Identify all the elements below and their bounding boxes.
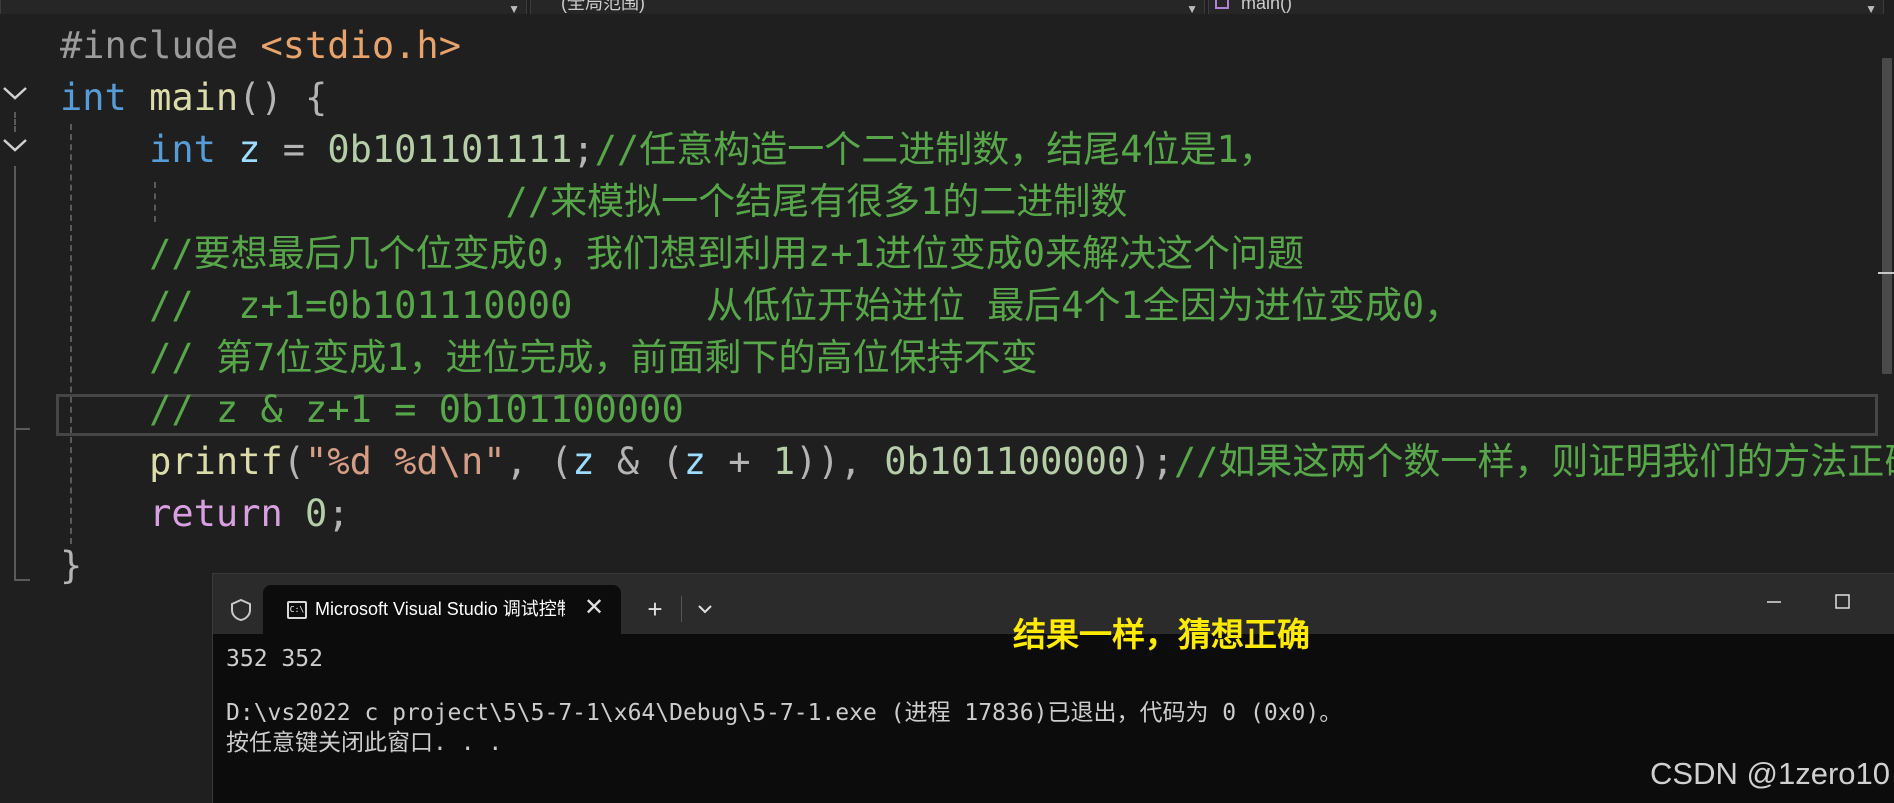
close-icon[interactable]: ✕ — [581, 595, 607, 621]
function-name: printf — [149, 440, 283, 483]
code-line-10: return 0; — [149, 492, 350, 535]
keyword: int — [149, 128, 216, 171]
fold-guide — [14, 579, 30, 581]
variable: z — [572, 440, 595, 483]
code-line-9: printf("%d %d\n", (z & (z + 1)), 0b10110… — [60, 436, 1894, 488]
console-output-line: 按任意键关闭此窗口. . . — [226, 730, 503, 756]
operator: = — [260, 128, 328, 171]
fold-guide — [14, 112, 16, 132]
punctuation: () { — [238, 76, 328, 119]
member-scope-label: (全局范围) — [561, 0, 645, 13]
number-literal: 0 — [305, 492, 328, 535]
fold-guide — [14, 428, 30, 430]
navigation-bar: ▼ (全局范围) ▼ main() ▼ — [0, 0, 1894, 14]
shield-icon — [229, 598, 253, 627]
code-line-11: } — [60, 540, 82, 592]
minimize-button[interactable] — [1759, 590, 1789, 614]
code-line-5: //要想最后几个位变成0，我们想到利用z+1进位变成0来解决这个问题 — [60, 228, 1304, 280]
string-literal: "%d %d\n" — [305, 440, 506, 483]
scrollbar-thumb[interactable] — [1882, 58, 1892, 374]
comment: //要想最后几个位变成0，我们想到利用z+1进位变成0来解决这个问题 — [149, 232, 1305, 275]
include-directive: #include — [60, 24, 261, 67]
fold-guide — [14, 166, 16, 580]
keyword: return — [149, 492, 283, 535]
csdn-watermark: CSDN @1zero10 — [1650, 756, 1890, 791]
code-line-8: // z & z+1 = 0b101100000 — [60, 384, 684, 436]
code-line-1: #include <stdio.h> — [60, 20, 461, 72]
debug-console-window: C:\ Microsoft Visual Studio 调试控制台 ✕ + 结果… — [212, 573, 1894, 803]
divider — [681, 596, 682, 622]
chevron-down-icon[interactable] — [691, 595, 719, 623]
variable: z — [683, 440, 707, 483]
console-output-line: 352 352 — [226, 646, 323, 672]
code-line-2: int main() { — [60, 72, 327, 124]
terminal-app-icon: C:\ — [287, 601, 307, 619]
chevron-down-icon: ▼ — [1865, 2, 1877, 14]
include-file: <stdio.h> — [260, 24, 461, 67]
comment: // 第7位变成1，进位完成，前面剩下的高位保持不变 — [149, 336, 1038, 379]
function-cube-icon — [1215, 0, 1229, 9]
chevron-down-icon: ▼ — [508, 2, 520, 14]
tab-title: Microsoft Visual Studio 调试控制台 — [315, 599, 565, 619]
console-tab[interactable]: C:\ Microsoft Visual Studio 调试控制台 ✕ — [263, 585, 621, 634]
chevron-down-icon: ▼ — [1186, 2, 1198, 14]
comment: //如果这两个数一样，则证明我们的方法正确 — [1173, 440, 1894, 483]
code-line-7: // 第7位变成1，进位完成，前面剩下的高位保持不变 — [60, 332, 1038, 384]
function-name: main — [149, 76, 239, 119]
code-line-4: //来模拟一个结尾有很多1的二进制数 — [60, 176, 1128, 228]
new-tab-button[interactable]: + — [641, 595, 669, 623]
comment: //来模拟一个结尾有很多1的二进制数 — [505, 180, 1128, 223]
fold-chevron-icon[interactable] — [2, 83, 28, 103]
code-line-3: int z = 0b101101111;//任意构造一个二进制数，结尾4位是1， — [149, 128, 1276, 171]
scrollbar-position-marker — [1878, 272, 1894, 274]
comment: // z & z+1 = 0b101100000 — [149, 388, 684, 431]
function-dropdown[interactable]: main() ▼ — [1208, 0, 1884, 14]
member-scope-dropdown[interactable]: (全局范围) ▼ — [530, 0, 1205, 14]
keyword: int — [60, 76, 127, 119]
fold-chevron-icon[interactable] — [2, 135, 28, 155]
code-line-6: // z+1=0b101110000 从低位开始进位 最后4个1全因为进位变成0… — [60, 280, 1461, 332]
function-label: main() — [1241, 0, 1293, 13]
number-literal: 0b101100000 — [884, 440, 1130, 483]
punctuation: } — [60, 544, 83, 587]
comment: // z+1=0b101110000 从低位开始进位 最后4个1全因为进位变成0… — [149, 284, 1462, 327]
maximize-button[interactable] — [1827, 590, 1857, 614]
number-literal: 1 — [772, 440, 796, 483]
console-output-line: D:\vs2022 c project\5\5-7-1\x64\Debug\5-… — [226, 700, 1343, 726]
variable: z — [238, 128, 261, 171]
number-literal: 0b101101111 — [327, 128, 573, 171]
result-annotation: 结果一样，猜想正确 — [1013, 616, 1310, 653]
comment: //任意构造一个二进制数，结尾4位是1， — [594, 128, 1276, 171]
project-scope-dropdown[interactable]: ▼ — [0, 0, 527, 14]
